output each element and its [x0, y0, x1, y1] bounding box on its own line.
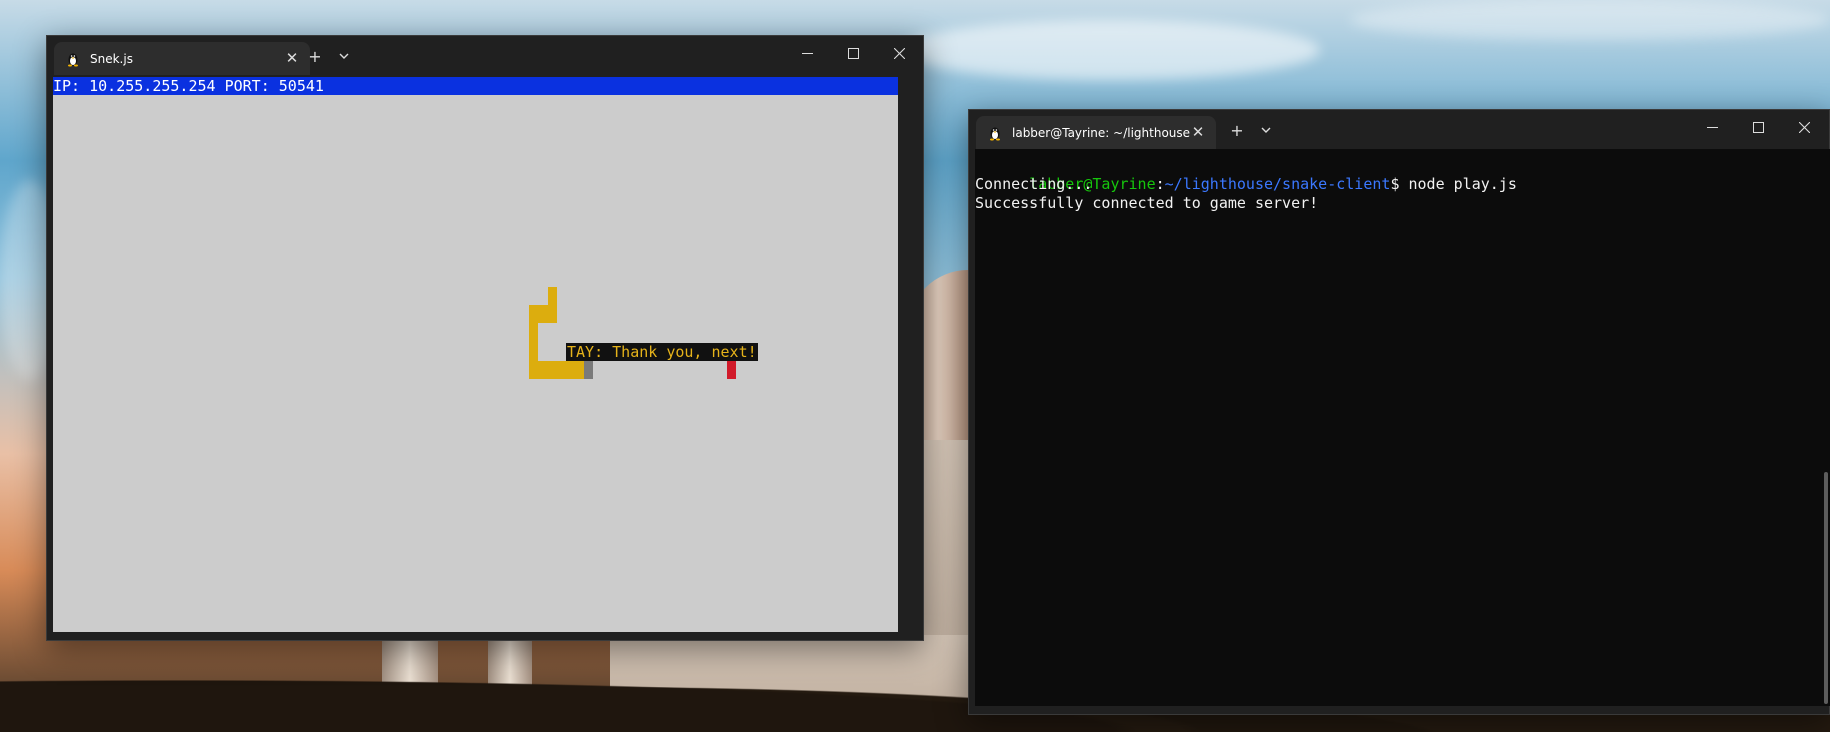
tux-icon — [68, 53, 78, 66]
plus-icon[interactable]: + — [1225, 118, 1249, 142]
tab-terminal[interactable]: labber@Tayrine: ~/lighthouse ✕ — [976, 116, 1216, 149]
close-icon[interactable]: ✕ — [1189, 123, 1207, 141]
close-window-icon[interactable] — [1781, 110, 1827, 144]
output-line: Connecting... — [975, 175, 1093, 193]
chat-message: TAY: Thank you, next! — [566, 343, 758, 361]
tab-label: Snek.js — [90, 51, 133, 66]
title-bar: labber@Tayrine: ~/lighthouse ✕ + — [969, 110, 1829, 149]
plus-icon[interactable]: + — [303, 44, 327, 68]
prompt-line: labber@Tayrine:~/lighthouse/snake-client… — [975, 156, 1517, 193]
minimize-icon[interactable] — [784, 36, 830, 70]
title-bar: Snek.js ✕ + — [47, 36, 923, 75]
status-bar: IP: 10.255.255.254 PORT: 50541 — [53, 77, 898, 95]
snake-segment — [529, 323, 538, 361]
tab-label: labber@Tayrine: ~/lighthouse — [1012, 125, 1191, 140]
prompt-symbol: $ — [1390, 175, 1409, 193]
scrollbar[interactable] — [1824, 472, 1828, 704]
minimize-icon[interactable] — [1689, 110, 1735, 144]
snake-segment — [529, 361, 584, 379]
snake-tail — [584, 361, 593, 379]
terminal-window: labber@Tayrine: ~/lighthouse ✕ + labber@… — [968, 109, 1830, 715]
tab-snek[interactable]: Snek.js ✕ — [54, 42, 310, 75]
chevron-down-icon[interactable] — [1254, 118, 1278, 142]
output-line: Successfully connected to game server! — [975, 194, 1319, 212]
snake-segment — [529, 305, 557, 323]
tux-icon — [990, 127, 1000, 140]
game-board: IP: 10.255.255.254 PORT: 50541 TAY: Than… — [53, 77, 898, 632]
close-window-icon[interactable] — [876, 36, 922, 70]
command-text: node play.js — [1408, 175, 1517, 193]
close-icon[interactable]: ✕ — [283, 49, 301, 67]
food — [727, 361, 736, 379]
maximize-icon[interactable] — [830, 36, 876, 70]
prompt-path: ~/lighthouse/snake-client — [1164, 175, 1391, 193]
maximize-icon[interactable] — [1735, 110, 1781, 144]
snek-game-window: Snek.js ✕ + IP: 10.255.255.254 PORT: 505… — [46, 35, 924, 641]
chevron-down-icon[interactable] — [332, 44, 356, 68]
prompt-separator: : — [1155, 175, 1165, 193]
terminal-output[interactable]: labber@Tayrine:~/lighthouse/snake-client… — [975, 149, 1830, 706]
snake-head — [548, 287, 557, 305]
